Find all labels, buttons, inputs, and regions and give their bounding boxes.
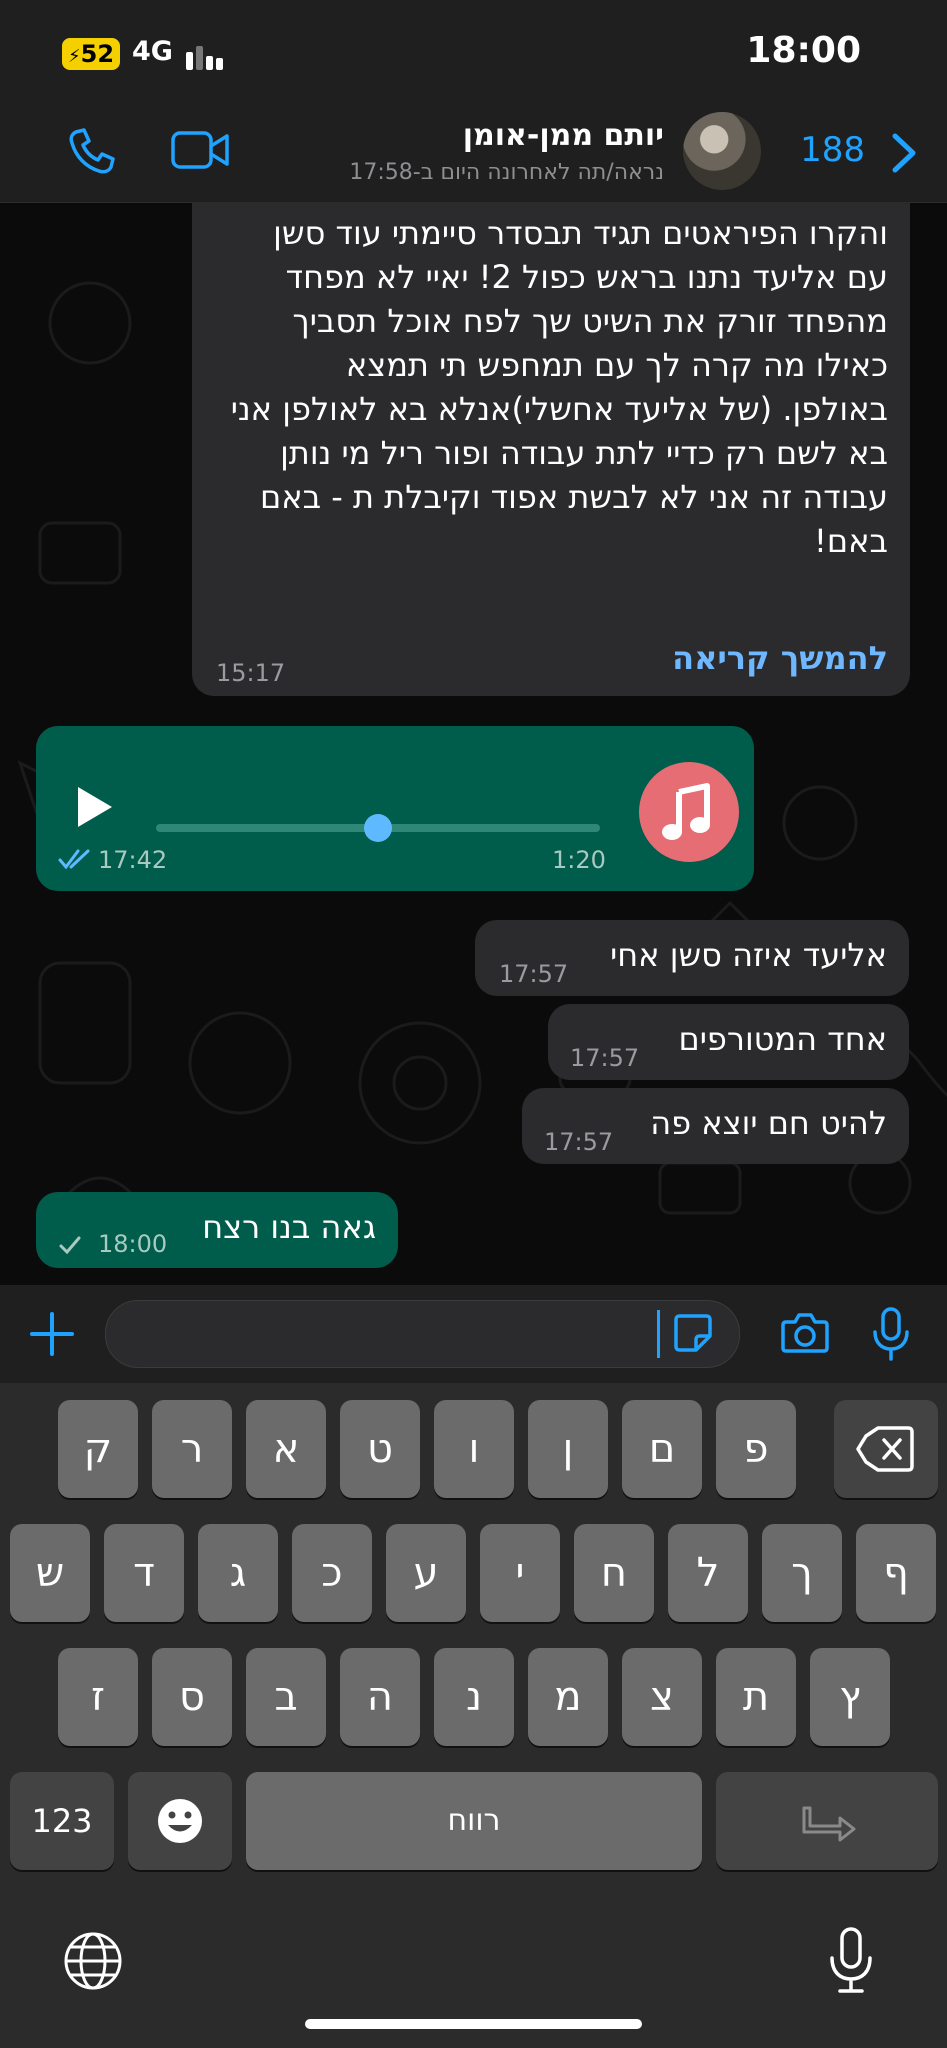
dictation-microphone-icon[interactable] <box>828 1926 874 1994</box>
return-key[interactable] <box>716 1772 938 1870</box>
contact-name[interactable]: יותם ממן-אומן <box>463 118 664 153</box>
return-arrow-icon <box>802 1806 856 1842</box>
key-letter[interactable]: ז <box>58 1648 138 1746</box>
key-letter[interactable]: מ <box>528 1648 608 1746</box>
status-time: 18:00 <box>746 30 861 71</box>
key-letter[interactable]: ד <box>104 1524 184 1622</box>
back-chevron-icon[interactable] <box>889 132 919 174</box>
key-letter[interactable]: ת <box>716 1648 796 1746</box>
key-letter[interactable]: ס <box>152 1648 232 1746</box>
home-indicator[interactable] <box>305 2019 642 2029</box>
key-letter[interactable]: ך <box>762 1524 842 1622</box>
network-type: 4G <box>132 36 173 67</box>
backspace-icon <box>856 1426 914 1472</box>
key-letter[interactable]: ג <box>198 1524 278 1622</box>
key-letter[interactable]: א <box>246 1400 326 1498</box>
key-letter[interactable]: ט <box>340 1400 420 1498</box>
key-letter[interactable]: ב <box>246 1648 326 1746</box>
unread-count-badge[interactable]: 188 <box>800 130 865 170</box>
message-text: גאה בנו רצח <box>202 1208 376 1246</box>
battery-level: 52 <box>80 40 115 68</box>
space-key[interactable]: רווח <box>246 1772 702 1870</box>
key-letter[interactable]: ע <box>386 1524 466 1622</box>
key-letter[interactable]: ק <box>58 1400 138 1498</box>
contact-avatar[interactable] <box>683 112 761 190</box>
message-time: 17:57 <box>570 1044 640 1072</box>
incoming-message[interactable]: להיט חם יוצא פה 17:57 <box>522 1088 909 1164</box>
key-letter[interactable]: פ <box>716 1400 796 1498</box>
message-text: אליעד איזה סשן אחי <box>610 936 887 974</box>
incoming-message[interactable]: אחד המטורפים 17:57 <box>548 1004 909 1080</box>
play-icon[interactable] <box>72 784 118 830</box>
message-time: 17:57 <box>544 1128 614 1156</box>
plus-icon[interactable] <box>28 1310 76 1358</box>
message-input[interactable] <box>105 1300 740 1368</box>
voice-call-icon[interactable] <box>66 126 116 176</box>
text-caret <box>657 1310 660 1358</box>
incoming-message-long[interactable]: והקרו הפיראטים תגיד תבסדר סיימתי עוד סשן… <box>192 203 910 696</box>
audio-duration: 1:20 <box>552 846 606 874</box>
key-letter[interactable]: ו <box>434 1400 514 1498</box>
video-call-icon[interactable] <box>170 128 230 172</box>
key-letter[interactable]: צ <box>622 1648 702 1746</box>
key-letter[interactable]: ש <box>10 1524 90 1622</box>
message-time: 17:42 <box>98 846 168 874</box>
numbers-key[interactable]: 123 <box>10 1772 114 1870</box>
outgoing-voice-message[interactable]: 1:20 17:42 <box>36 726 754 891</box>
outgoing-message[interactable]: גאה בנו רצח 18:00 <box>36 1192 398 1268</box>
backspace-key[interactable] <box>834 1400 938 1498</box>
last-seen-status: נראה/תה לאחרונה היום ב-17:58 <box>349 160 664 185</box>
key-letter[interactable]: נ <box>434 1648 514 1746</box>
emoji-icon <box>158 1799 202 1843</box>
single-check-icon <box>59 1236 81 1255</box>
emoji-key[interactable] <box>128 1772 232 1870</box>
key-letter[interactable]: ם <box>622 1400 702 1498</box>
incoming-message[interactable]: אליעד איזה סשן אחי 17:57 <box>475 920 909 996</box>
key-letter[interactable]: ה <box>340 1648 420 1746</box>
chat-area[interactable]: והקרו הפיראטים תגיד תבסדר סיימתי עוד סשן… <box>0 203 947 1285</box>
key-letter[interactable]: ח <box>574 1524 654 1622</box>
music-note-icon <box>639 762 739 862</box>
signal-strength-icon <box>186 46 223 70</box>
message-time: 15:17 <box>216 659 286 687</box>
read-more-link[interactable]: להמשך קריאה <box>672 639 888 677</box>
message-text: להיט חם יוצא פה <box>650 1104 887 1142</box>
double-check-icon <box>58 849 90 870</box>
sticker-icon[interactable] <box>672 1312 714 1354</box>
globe-icon[interactable] <box>62 1930 124 1992</box>
message-time: 18:00 <box>98 1230 168 1258</box>
battery-indicator: ⚡52 <box>62 38 121 70</box>
key-letter[interactable]: כ <box>292 1524 372 1622</box>
key-letter[interactable]: ץ <box>810 1648 890 1746</box>
key-letter[interactable]: ן <box>528 1400 608 1498</box>
message-time: 17:57 <box>499 960 569 988</box>
audio-scrubber-handle[interactable] <box>364 814 392 842</box>
message-text: והקרו הפיראטים תגיד תבסדר סיימתי עוד סשן… <box>230 214 888 560</box>
key-letter[interactable]: ר <box>152 1400 232 1498</box>
camera-icon[interactable] <box>780 1308 830 1356</box>
key-letter[interactable]: ל <box>668 1524 748 1622</box>
key-letter[interactable]: י <box>480 1524 560 1622</box>
key-letter[interactable]: ף <box>856 1524 936 1622</box>
message-text: אחד המטורפים <box>678 1020 887 1058</box>
microphone-icon[interactable] <box>870 1306 912 1362</box>
